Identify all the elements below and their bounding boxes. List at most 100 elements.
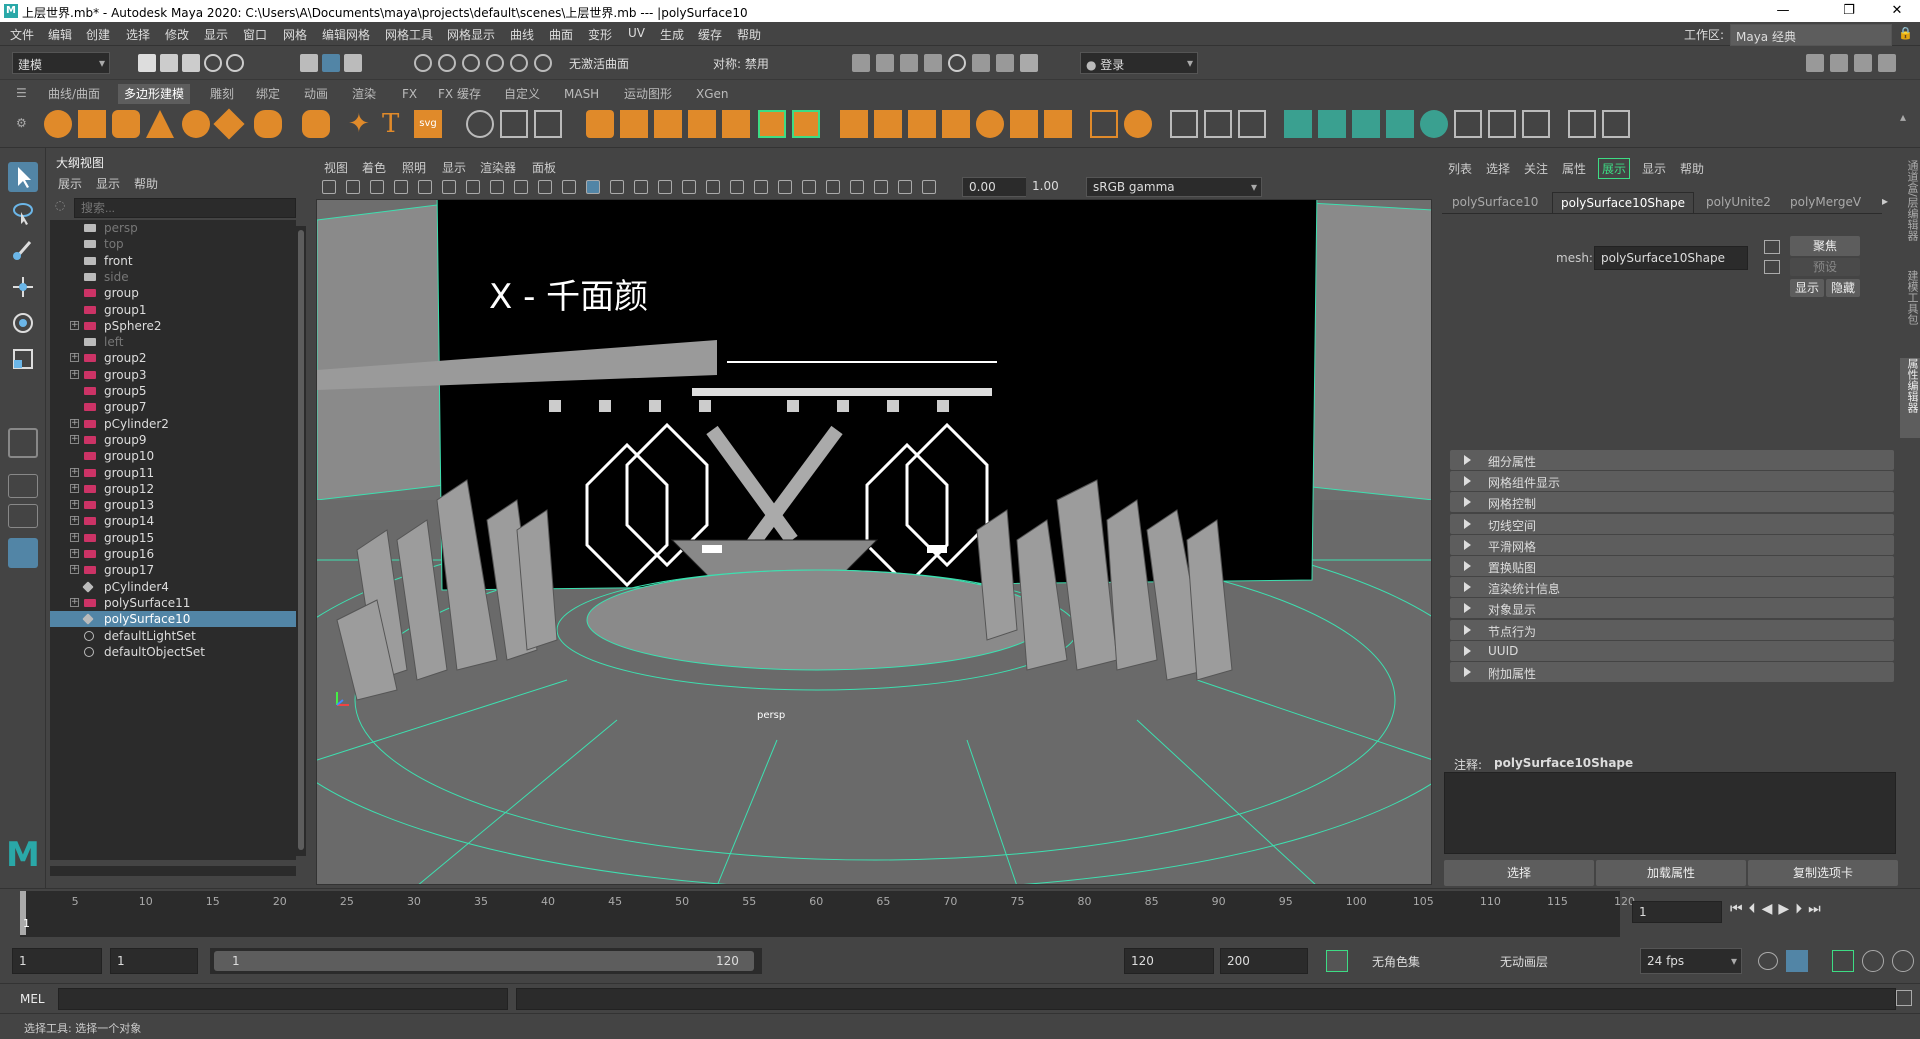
side-tab-attribute-editor[interactable]: 属性编辑器 xyxy=(1900,358,1920,438)
modeling-toolkit-icon[interactable] xyxy=(1806,54,1824,72)
workspace-dropdown[interactable]: Maya 经典 xyxy=(1730,24,1892,46)
outliner-row-group10[interactable]: group10 xyxy=(50,448,296,464)
ae-section-0[interactable]: 细分属性 xyxy=(1450,450,1894,470)
vp-menu-renderer[interactable]: 渲染器 xyxy=(480,159,516,176)
outliner-search-input[interactable] xyxy=(74,198,296,218)
fps-dropdown[interactable]: 24 fps ▾ xyxy=(1640,948,1742,974)
outliner-row-group12[interactable]: + group12 xyxy=(50,481,296,497)
gate-mask-icon[interactable] xyxy=(514,180,528,194)
note-textarea[interactable] xyxy=(1444,772,1896,854)
outliner-row-persp[interactable]: persp xyxy=(50,220,296,236)
time-slider[interactable]: 1 5 10 15 20 25 30 35 40 45 50 55 60 65 70 75 80 85 90 95 1… xyxy=(0,888,1920,940)
ae-focus-button[interactable]: 聚焦 xyxy=(1790,236,1860,256)
outliner-hscrollbar[interactable] xyxy=(50,866,296,876)
expand-icon[interactable]: + xyxy=(70,500,79,510)
vp-menu-shading[interactable]: 着色 xyxy=(362,159,386,176)
playback-prefs-icon[interactable] xyxy=(1892,950,1914,972)
shelf-tab-sculpt[interactable]: 雕刻 xyxy=(204,84,240,104)
poly-plane-icon[interactable] xyxy=(213,108,245,140)
image-plane-icon[interactable] xyxy=(394,180,408,194)
scale-tool-icon[interactable] xyxy=(8,344,38,374)
mirror-geometry-icon[interactable] xyxy=(792,110,820,138)
ambient-occlusion-icon[interactable] xyxy=(730,180,744,194)
outliner-menu-help[interactable]: 帮助 xyxy=(134,175,158,192)
outliner-row-group7[interactable]: group7 xyxy=(50,399,296,415)
viewport-3d[interactable]: X - 千面颜 persp xyxy=(316,199,1432,885)
ae-tab-unite[interactable]: polyUnite2 xyxy=(1698,192,1779,212)
append-icon[interactable] xyxy=(942,110,970,138)
outliner-menu-display[interactable]: 显示 xyxy=(96,175,120,192)
shelf-scroll-icon[interactable]: ▴ xyxy=(1900,110,1906,124)
outliner-row-side[interactable]: side xyxy=(50,269,296,285)
menu-cache[interactable]: 缓存 xyxy=(698,26,722,43)
light-editor-icon[interactable] xyxy=(996,54,1014,72)
merge-icon[interactable] xyxy=(1124,110,1152,138)
depth-of-field-icon[interactable] xyxy=(802,180,816,194)
motion-blur-icon[interactable] xyxy=(754,180,768,194)
filter-icon[interactable]: ◌ xyxy=(50,198,70,218)
snap-point-icon[interactable] xyxy=(462,54,480,72)
multi-cut-tool-icon[interactable] xyxy=(1170,110,1198,138)
ae-tab-next-icon[interactable]: ▸ xyxy=(1882,194,1888,208)
menu-modify[interactable]: 修改 xyxy=(165,26,189,43)
outliner-scrollbar[interactable] xyxy=(296,226,306,856)
edge-loop-icon[interactable] xyxy=(1204,110,1232,138)
ae-section-9[interactable]: UUID xyxy=(1450,640,1894,661)
camera-attr-icon[interactable] xyxy=(346,180,360,194)
isolate-icon[interactable] xyxy=(826,180,840,194)
side-tab-channel-box[interactable]: 通道盒/层编辑器 xyxy=(1900,160,1920,260)
mel-input[interactable] xyxy=(58,988,508,1010)
paint-select-icon[interactable] xyxy=(8,234,38,264)
side-tab-modeling-toolkit[interactable]: 建模工具包 xyxy=(1900,270,1920,350)
poly-sphere-icon[interactable] xyxy=(44,110,72,138)
expand-icon[interactable]: + xyxy=(70,320,79,330)
vp-menu-panels[interactable]: 面板 xyxy=(532,159,556,176)
ae-menu-help[interactable]: 帮助 xyxy=(1680,160,1704,177)
poly-torus-icon[interactable] xyxy=(182,110,210,138)
ae-menu-attributes[interactable]: 属性 xyxy=(1562,160,1586,177)
lock-icon[interactable]: 🔒 xyxy=(1898,26,1913,40)
shelf-tab-xgen[interactable]: XGen xyxy=(690,84,735,104)
checker-icon[interactable] xyxy=(1454,110,1482,138)
default-material-icon[interactable] xyxy=(634,180,648,194)
combine-icon[interactable] xyxy=(586,110,614,138)
last-tool-icon[interactable] xyxy=(8,428,38,458)
expand-icon[interactable]: + xyxy=(70,418,79,428)
render-sequence-icon[interactable] xyxy=(876,54,894,72)
outliner-row-psphere2[interactable]: + pSphere2 xyxy=(50,318,296,334)
outliner-row-group16[interactable]: + group16 xyxy=(50,546,296,562)
outliner-row-group17[interactable]: + group17 xyxy=(50,562,296,578)
outliner-row-front[interactable]: front xyxy=(50,253,296,269)
mesh-name-field[interactable]: polySurface10Shape xyxy=(1594,246,1748,270)
minimize-button[interactable]: — xyxy=(1760,0,1806,22)
layout-split-icon[interactable] xyxy=(8,504,38,528)
ae-tab-merge[interactable]: polyMergeV xyxy=(1782,192,1869,212)
mel-label[interactable]: MEL xyxy=(20,992,45,1006)
ae-section-6[interactable]: 渲染统计信息 xyxy=(1450,577,1894,598)
outliner-row-top[interactable]: top xyxy=(50,236,296,252)
ipr-render-icon[interactable] xyxy=(900,54,918,72)
xray-joints-icon[interactable] xyxy=(874,180,888,194)
platonic-solid-icon[interactable] xyxy=(302,110,330,138)
connect-icon[interactable] xyxy=(1386,110,1414,138)
ae-show-button[interactable]: 显示 xyxy=(1790,279,1824,297)
expand-icon[interactable]: + xyxy=(70,369,79,379)
snap-grid-icon[interactable] xyxy=(414,54,432,72)
extrude-icon[interactable] xyxy=(840,110,868,138)
channel-box-icon[interactable] xyxy=(1878,54,1896,72)
menu-edit[interactable]: 编辑 xyxy=(48,26,72,43)
menu-surfaces[interactable]: 曲面 xyxy=(549,26,573,43)
move-tool-icon[interactable] xyxy=(8,272,38,302)
poly-cylinder-icon[interactable] xyxy=(112,110,140,138)
undo-icon[interactable] xyxy=(204,54,222,72)
symmetry-dropdown[interactable]: 对称: 禁用 xyxy=(708,52,804,74)
bridge-icon[interactable] xyxy=(874,110,902,138)
exposure-icon[interactable] xyxy=(922,180,936,194)
shelf-tab-custom[interactable]: 自定义 xyxy=(498,84,546,104)
redo-icon[interactable] xyxy=(226,54,244,72)
attribute-editor-icon[interactable] xyxy=(1830,54,1848,72)
anti-alias-icon[interactable] xyxy=(778,180,792,194)
outliner-row-left[interactable]: left xyxy=(50,334,296,350)
expand-icon[interactable]: + xyxy=(70,565,79,575)
ae-section-1[interactable]: 网格组件显示 xyxy=(1450,471,1894,492)
